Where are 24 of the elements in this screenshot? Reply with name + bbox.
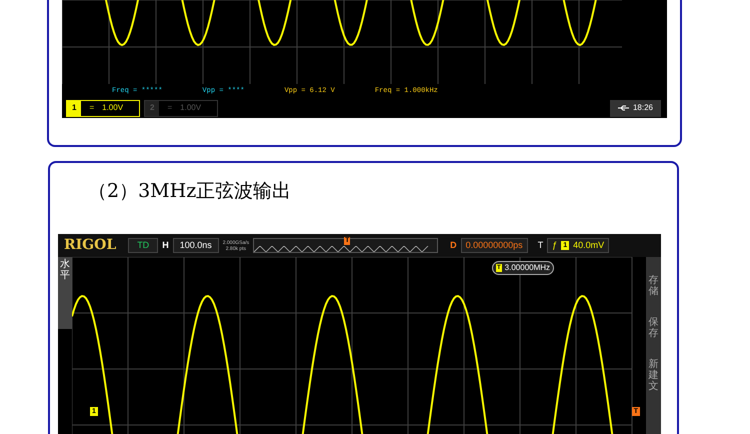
channel-number: 1 [67,100,82,116]
delay-value: 0.00000000ps [460,238,528,253]
coupling-symbol: = [167,102,172,114]
menu-item[interactable]: 新建文 [648,359,658,392]
channel-button[interactable]: 1 = 1.00V [66,100,140,116]
section-heading: （2）3MHz正弦波输出 [88,179,292,203]
channel-scale: 1.00V [180,102,202,114]
frequency-value: 3.00000MHz [504,262,550,274]
trigger-level: 40.0mV [573,238,604,252]
brand-logo: RIGOL [64,236,116,255]
menu-label: 水平 [60,259,70,283]
channel-scale: 1.00V [102,102,124,114]
menu-item[interactable]: 保存 [648,317,658,339]
delay-label: D [450,238,457,252]
menu-item[interactable]: 存储 [648,275,658,297]
side-menu-tab[interactable]: 水平 [58,257,72,329]
edge-symbol: ƒ [552,238,558,252]
run-mode: TD [128,238,158,253]
timebase-label: H [162,238,169,252]
usb-icon [618,105,630,111]
clock-time: 18:26 [632,102,653,114]
timebase-value: 100.0ns [172,238,219,253]
trigger-label: T [538,238,544,252]
coupling-symbol: = [89,102,94,114]
